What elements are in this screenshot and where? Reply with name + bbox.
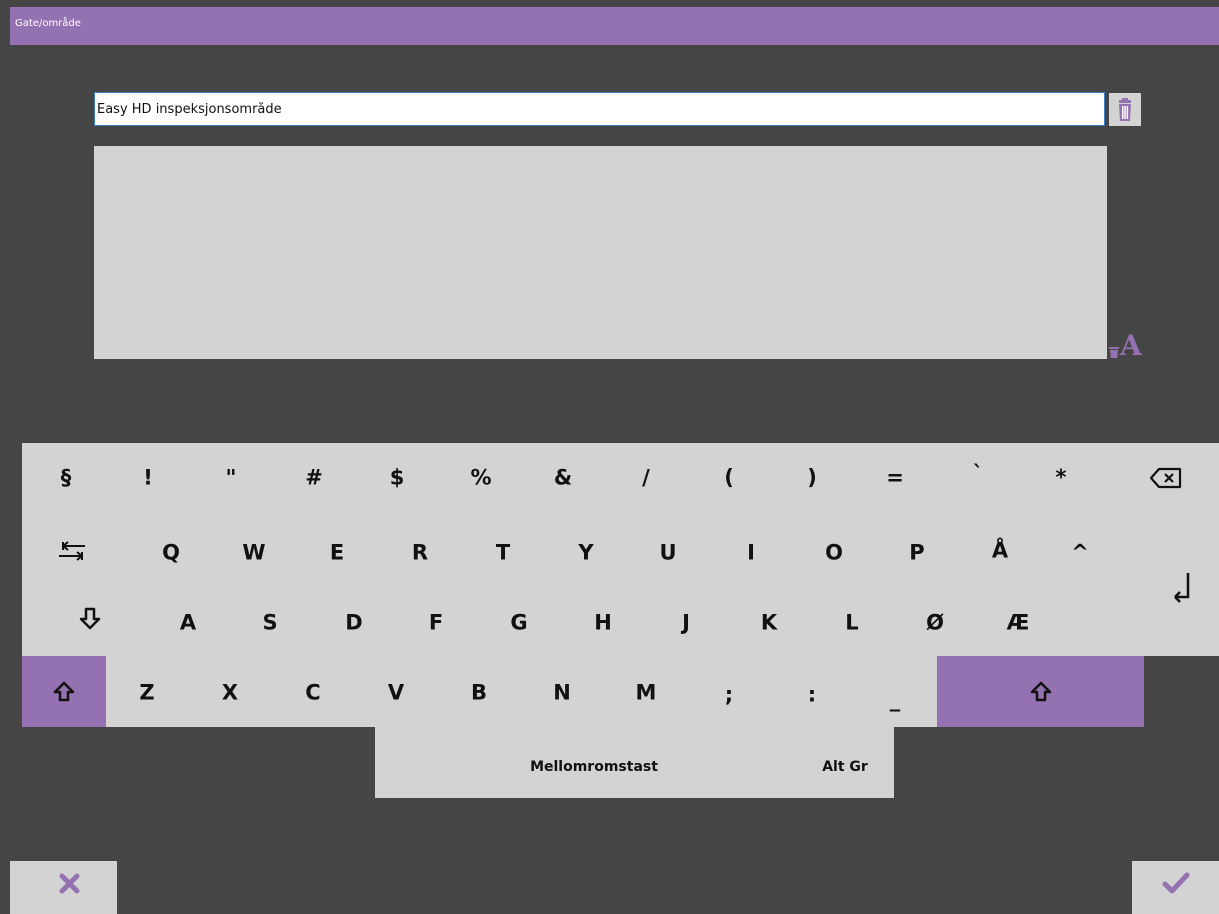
area-text-input[interactable] [95, 93, 1104, 125]
key[interactable]: V [388, 682, 404, 704]
key[interactable]: U [659, 542, 676, 564]
key[interactable]: ; [725, 684, 733, 706]
key[interactable]: " [226, 467, 237, 489]
tab-icon [59, 541, 85, 561]
key[interactable]: E [330, 542, 344, 564]
key[interactable]: ( [724, 467, 734, 489]
clear-format-button[interactable]: A [1106, 323, 1144, 362]
shift-icon [53, 681, 75, 702]
key[interactable]: W [242, 542, 265, 564]
key[interactable]: N [553, 682, 571, 704]
key[interactable]: C [305, 682, 320, 704]
shift-right-key[interactable] [937, 656, 1144, 727]
spacebar-key[interactable]: Mellomromstast [530, 760, 658, 774]
key[interactable]: Å [992, 540, 1008, 562]
key[interactable]: * [1056, 467, 1067, 489]
title-bar: Gate/område [10, 7, 1219, 45]
key[interactable]: K [761, 612, 777, 634]
suggestion-area [94, 146, 1107, 359]
key[interactable]: / [642, 467, 650, 489]
key[interactable]: P [909, 542, 924, 564]
key[interactable]: H [594, 612, 612, 634]
on-screen-keyboard [22, 443, 1219, 656]
alt-gr-key[interactable]: Alt Gr [822, 760, 868, 774]
backspace-key[interactable] [1148, 466, 1184, 494]
key[interactable]: $ [390, 467, 405, 489]
tab-key[interactable] [55, 538, 89, 568]
enter-icon [1174, 573, 1190, 603]
key[interactable]: M [636, 682, 657, 704]
clear-format-icon: A [1109, 329, 1143, 362]
shift-left-key[interactable] [22, 656, 106, 727]
key[interactable]: I [747, 542, 755, 564]
enter-key[interactable] [1168, 571, 1196, 609]
key[interactable]: ^ [1071, 542, 1089, 564]
delete-text-button[interactable] [1109, 93, 1141, 126]
key[interactable]: X [222, 682, 238, 704]
key[interactable]: _ [890, 689, 901, 711]
key[interactable]: ! [143, 467, 153, 489]
caps-lock-key[interactable] [78, 605, 102, 635]
key[interactable]: Ø [926, 612, 944, 634]
checkmark-icon [1162, 872, 1190, 894]
window-title: Gate/område [15, 18, 81, 29]
key[interactable]: Æ [1007, 612, 1030, 634]
key[interactable]: D [345, 612, 362, 634]
key[interactable]: O [825, 542, 843, 564]
key[interactable]: S [262, 612, 277, 634]
close-icon [59, 873, 80, 894]
shift-icon [1030, 681, 1052, 702]
key[interactable]: = [886, 467, 904, 489]
key[interactable]: J [682, 612, 690, 634]
key[interactable]: Q [162, 542, 180, 564]
cancel-button[interactable] [10, 861, 117, 914]
key[interactable]: A [180, 612, 196, 634]
key[interactable]: T [496, 542, 510, 564]
svg-text:A: A [1119, 329, 1143, 359]
key[interactable]: Y [578, 542, 593, 564]
caps-lock-icon [79, 607, 101, 630]
backspace-icon [1149, 467, 1182, 489]
confirm-button[interactable] [1132, 861, 1219, 914]
key[interactable]: Z [139, 682, 154, 704]
key[interactable]: & [554, 467, 572, 489]
area-text-field[interactable] [94, 92, 1105, 126]
key[interactable]: B [471, 682, 487, 704]
app-window: Gate/område A § ! " [0, 0, 1219, 914]
key[interactable]: L [845, 612, 858, 634]
key[interactable]: % [470, 467, 491, 489]
key[interactable]: : [808, 684, 816, 706]
key[interactable]: § [61, 467, 72, 489]
key[interactable]: G [510, 612, 527, 634]
key[interactable]: R [412, 542, 428, 564]
trash-icon [1119, 98, 1131, 121]
key[interactable]: # [305, 467, 323, 489]
key[interactable]: ) [807, 467, 817, 489]
key[interactable]: ` [973, 463, 984, 485]
key[interactable]: F [429, 612, 443, 634]
